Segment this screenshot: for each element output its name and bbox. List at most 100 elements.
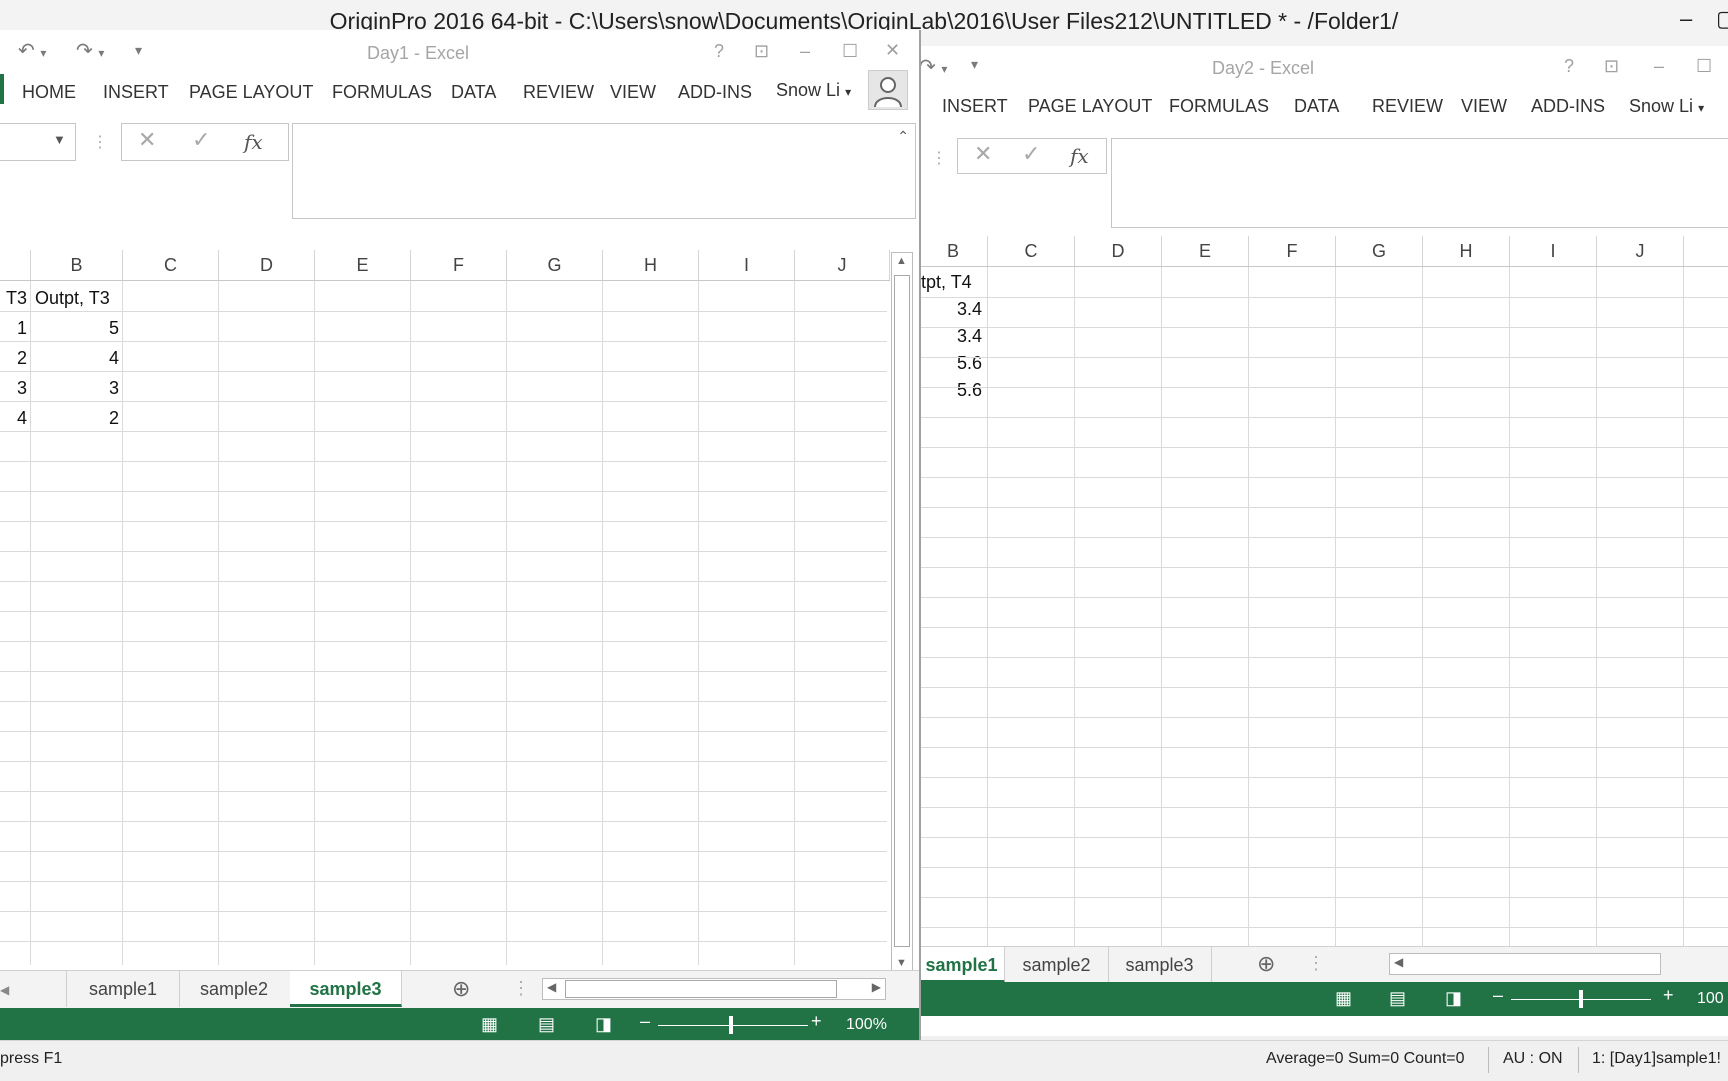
zoom-in-icon[interactable]: + bbox=[811, 1011, 822, 1032]
scrollbar-thumb[interactable] bbox=[894, 275, 910, 947]
tab-insert[interactable]: INSERT bbox=[103, 82, 169, 103]
scrollbar-thumb[interactable] bbox=[565, 980, 837, 998]
column-header-e[interactable]: E bbox=[315, 250, 411, 280]
cell-a1[interactable]: T3 bbox=[0, 283, 27, 313]
column-header-g[interactable]: G bbox=[1336, 236, 1423, 266]
cell-b1[interactable]: Outpt, T3 bbox=[35, 283, 110, 313]
redo-icon[interactable]: ↷ ▾ bbox=[919, 54, 947, 79]
column-header-j[interactable]: J bbox=[1597, 236, 1684, 266]
cancel-icon[interactable]: ✕ bbox=[974, 141, 992, 167]
sheet-tab-sample1[interactable]: sample1 bbox=[66, 971, 180, 1007]
excel-window-day2[interactable]: ↷ ▾ ▾ Day2 - Excel ? ⊡ – ☐ INSERT PAGE L… bbox=[919, 46, 1728, 1036]
page-break-view-icon[interactable]: ◨ bbox=[1445, 988, 1462, 1009]
excel-window-day1[interactable]: ↶ ▾ ↷ ▾ ▾ Day1 - Excel ? ⊡ – ☐ ✕ HOME IN… bbox=[0, 30, 921, 1042]
cell-b5[interactable]: 2 bbox=[31, 403, 119, 433]
column-header-f[interactable]: F bbox=[411, 250, 507, 280]
worksheet-grid[interactable]: T3 Outpt, T3 1 5 2 4 3 3 4 2 bbox=[0, 281, 887, 965]
ribbon-display-icon[interactable]: ⊡ bbox=[1604, 56, 1619, 77]
zoom-level[interactable]: 100% bbox=[846, 1016, 887, 1034]
column-header-j[interactable]: J bbox=[795, 250, 890, 280]
insert-function-icon[interactable]: fx bbox=[244, 129, 263, 155]
sheet-tab-sample3[interactable]: sample3 bbox=[290, 971, 402, 1007]
tab-review[interactable]: REVIEW bbox=[523, 82, 594, 103]
tab-view[interactable]: VIEW bbox=[1461, 96, 1507, 117]
cancel-icon[interactable]: ✕ bbox=[138, 127, 156, 153]
help-icon[interactable]: ? bbox=[714, 41, 724, 62]
page-layout-view-icon[interactable]: ▤ bbox=[1389, 988, 1406, 1009]
formula-input[interactable]: ⌃ bbox=[292, 123, 916, 219]
chevron-down-icon[interactable]: ▼ bbox=[53, 132, 66, 147]
scroll-right-icon[interactable]: ▶ bbox=[872, 980, 881, 994]
column-header-a[interactable] bbox=[0, 250, 31, 280]
column-header-d[interactable]: D bbox=[219, 250, 315, 280]
sheet-tab-sample2[interactable]: sample2 bbox=[1005, 947, 1109, 983]
cell-a4[interactable]: 3 bbox=[0, 373, 27, 403]
zoom-out-icon[interactable]: – bbox=[640, 1011, 650, 1032]
cell-b2[interactable]: 5 bbox=[31, 313, 119, 343]
tab-insert[interactable]: INSERT bbox=[942, 96, 1008, 117]
name-box[interactable]: ▼ bbox=[0, 123, 76, 161]
customize-qat-icon[interactable]: ▾ bbox=[971, 56, 978, 73]
scroll-left-icon[interactable]: ◀ bbox=[1394, 955, 1403, 969]
sheet-tab-sample2[interactable]: sample2 bbox=[178, 971, 291, 1007]
zoom-slider-thumb[interactable] bbox=[1579, 990, 1583, 1008]
column-header-d[interactable]: D bbox=[1075, 236, 1162, 266]
tab-home[interactable]: HOME bbox=[22, 82, 76, 103]
cell-b1[interactable]: tpt, T4 bbox=[921, 267, 972, 297]
normal-view-icon[interactable]: ▦ bbox=[1335, 988, 1352, 1009]
maximize-icon[interactable]: ☐ bbox=[1696, 56, 1712, 77]
tab-formulas[interactable]: FORMULAS bbox=[332, 82, 432, 103]
close-icon[interactable]: ✕ bbox=[885, 40, 900, 61]
cell-b4[interactable]: 3 bbox=[31, 373, 119, 403]
tab-review[interactable]: REVIEW bbox=[1372, 96, 1443, 117]
restore-icon[interactable]: ▢ bbox=[1716, 6, 1728, 32]
sheet-tab-sample1[interactable]: sample1 bbox=[919, 947, 1005, 983]
column-header-h[interactable]: H bbox=[1423, 236, 1510, 266]
file-tab[interactable] bbox=[0, 74, 4, 104]
minimize-icon[interactable]: – bbox=[1680, 6, 1692, 32]
worksheet-grid[interactable]: tpt, T4 3.4 3.4 5.6 5.6 bbox=[919, 267, 1728, 947]
tab-data[interactable]: DATA bbox=[1294, 96, 1339, 117]
enter-icon[interactable]: ✓ bbox=[1022, 141, 1040, 167]
maximize-icon[interactable]: ☐ bbox=[842, 41, 858, 62]
add-sheet-icon[interactable]: ⊕ bbox=[1257, 951, 1275, 977]
user-name[interactable]: Snow Li ▾ bbox=[1629, 96, 1704, 117]
status-au[interactable]: AU : ON bbox=[1503, 1050, 1563, 1068]
tab-view[interactable]: VIEW bbox=[610, 82, 656, 103]
cell-a3[interactable]: 2 bbox=[0, 343, 27, 373]
column-header-c[interactable]: C bbox=[988, 236, 1075, 266]
undo-icon[interactable]: ↶ ▾ bbox=[18, 38, 46, 63]
cell-b3[interactable]: 3.4 bbox=[919, 321, 982, 351]
help-icon[interactable]: ? bbox=[1564, 56, 1574, 77]
column-header-f[interactable]: F bbox=[1249, 236, 1336, 266]
ribbon-display-icon[interactable]: ⊡ bbox=[754, 41, 769, 62]
zoom-slider[interactable] bbox=[658, 1025, 808, 1026]
zoom-out-icon[interactable]: – bbox=[1493, 985, 1503, 1006]
tab-formulas[interactable]: FORMULAS bbox=[1169, 96, 1269, 117]
horizontal-scrollbar[interactable]: ◀ bbox=[1389, 953, 1661, 975]
page-break-view-icon[interactable]: ◨ bbox=[595, 1014, 612, 1035]
zoom-slider-thumb[interactable] bbox=[729, 1016, 733, 1034]
horizontal-scrollbar[interactable]: ◀ ▶ bbox=[542, 978, 886, 1000]
zoom-level[interactable]: 100 bbox=[1697, 990, 1724, 1008]
minimize-icon[interactable]: – bbox=[800, 41, 810, 62]
redo-icon[interactable]: ↷ ▾ bbox=[76, 38, 104, 63]
collapse-formula-bar-icon[interactable]: ⌃ bbox=[897, 128, 909, 145]
column-header-b[interactable]: B bbox=[919, 236, 988, 266]
tab-data[interactable]: DATA bbox=[451, 82, 496, 103]
vertical-scrollbar[interactable]: ▲ ▼ bbox=[891, 252, 913, 972]
user-name[interactable]: Snow Li ▾ bbox=[776, 80, 851, 101]
normal-view-icon[interactable]: ▦ bbox=[481, 1014, 498, 1035]
zoom-in-icon[interactable]: + bbox=[1663, 985, 1674, 1006]
column-header-h[interactable]: H bbox=[603, 250, 699, 280]
minimize-icon[interactable]: – bbox=[1654, 56, 1664, 77]
cell-b4[interactable]: 5.6 bbox=[919, 348, 982, 378]
avatar[interactable] bbox=[868, 70, 908, 110]
column-header-b[interactable]: B bbox=[31, 250, 123, 280]
cell-a5[interactable]: 4 bbox=[0, 403, 27, 433]
column-header-c[interactable]: C bbox=[123, 250, 219, 280]
enter-icon[interactable]: ✓ bbox=[192, 127, 210, 153]
customize-qat-icon[interactable]: ▾ bbox=[135, 42, 142, 59]
tab-page-layout[interactable]: PAGE LAYOUT bbox=[189, 82, 313, 103]
tab-page-layout[interactable]: PAGE LAYOUT bbox=[1028, 96, 1152, 117]
